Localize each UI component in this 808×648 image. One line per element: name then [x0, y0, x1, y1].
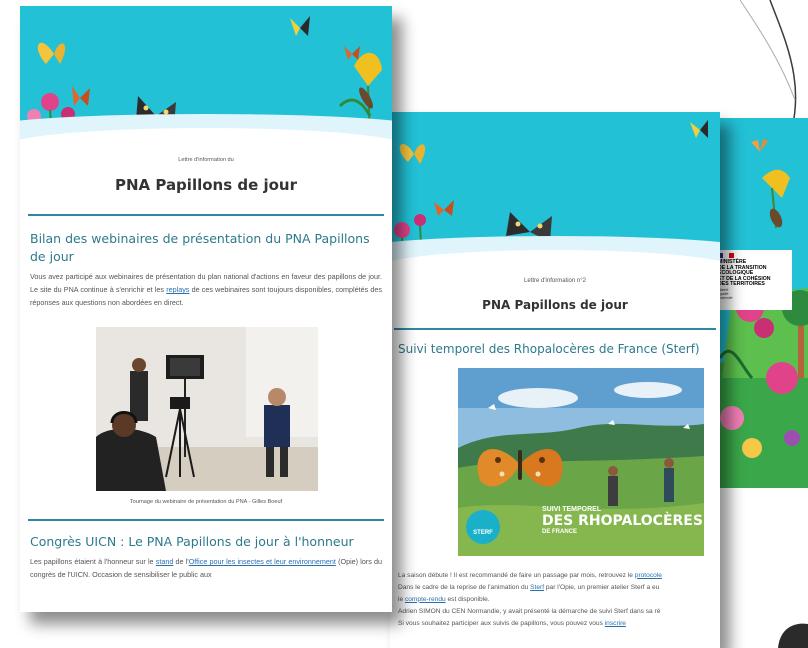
newsletter-1-section-heading-1: Bilan des webinaires de présentation du …: [30, 231, 370, 264]
photo-caption: Tournage du webinaire de présentation du…: [129, 499, 283, 505]
paragraph-line: La saison débute ! Il est recommandé de …: [398, 571, 662, 579]
paragraph-line: Si vous souhaitez participer aux suivis …: [398, 619, 626, 627]
newsletter-2-section-heading: Suivi temporel des Rhopalocères de Franc…: [398, 341, 700, 356]
compte-rendu-link[interactable]: compte-rendu: [405, 596, 446, 603]
sterf-image-text-sub: DE FRANCE: [542, 528, 578, 535]
newsletter-3-card: MINISTÈRE DE LA TRANSITION ÉCOLOGIQUE ET…: [712, 118, 808, 488]
sterf-image: STERF SUIVI TEMPOREL DES RHOPALOCÈRES DE…: [458, 367, 704, 556]
newsletter-2-card: Lettre d'information n°2 PNA Papillons d…: [390, 112, 720, 648]
sterf-image-text-big: DES RHOPALOCÈRES: [542, 512, 703, 529]
newsletter-1-card: Lettre d'information du PNA Papillons de…: [20, 6, 392, 612]
inscrire-link[interactable]: inscrire: [605, 620, 626, 627]
newsletter-1-section-body-2: Les papillons étaient à l'honneur sur le…: [30, 557, 382, 579]
newsletter-2-title: PNA Papillons de jour: [482, 298, 628, 312]
stand-link[interactable]: stand: [156, 557, 174, 566]
newsletter-2-banner: [390, 112, 720, 272]
newsletter-1-divider-2: [28, 519, 384, 521]
ministry-logo: MINISTÈRE DE LA TRANSITION ÉCOLOGIQUE ET…: [714, 250, 792, 310]
butterfly-icon: [290, 16, 310, 36]
newsletter-2-body: La saison débute ! Il est recommandé de …: [398, 570, 716, 630]
republic-motto: Liberté Égalité Fraternité: [718, 287, 733, 300]
sterf-link[interactable]: Sterf: [530, 584, 544, 591]
webinar-photo: [96, 327, 318, 491]
sterf-image-text-small: SUIVI TEMPOREL: [542, 505, 602, 513]
ministry-name: MINISTÈRE DE LA TRANSITION ÉCOLOGIQUE ET…: [718, 259, 771, 288]
butterfly-icon: [399, 144, 426, 164]
corner-shape-decoration: [778, 623, 808, 648]
newsletter-1-divider: [28, 214, 384, 216]
bottom-fade: [20, 592, 392, 612]
newsletter-1-banner: [20, 6, 392, 148]
sterf-badge: STERF: [466, 509, 500, 544]
butterfly-icon: [37, 42, 66, 64]
newsletter-1-section-heading-2: Congrès UICN : Le PNA Papillons de jour …: [30, 534, 354, 549]
paragraph-line: le compte-rendu est disponible.: [398, 595, 490, 603]
paragraph-line: Dans le cadre de la reprise de l'animati…: [398, 583, 660, 591]
replays-link[interactable]: replays: [166, 285, 189, 294]
newsletter-2-divider: [394, 328, 716, 330]
paragraph-line: Adrien SIMON du CEN Normandie, y avait p…: [398, 607, 661, 615]
opie-link[interactable]: Office pour les insectes et leur environ…: [189, 557, 336, 566]
butterfly-icon: [690, 120, 708, 138]
newsletter-1-title: PNA Papillons de jour: [114, 176, 298, 194]
newsletter-2-kicker: Lettre d'information n°2: [524, 278, 586, 284]
protocole-link[interactable]: protocole: [635, 572, 662, 579]
newsletter-1-section-body-1: Vous avez participé aux webinaires de pr…: [30, 272, 382, 307]
newsletter-1-kicker: Lettre d'information du: [178, 157, 234, 163]
